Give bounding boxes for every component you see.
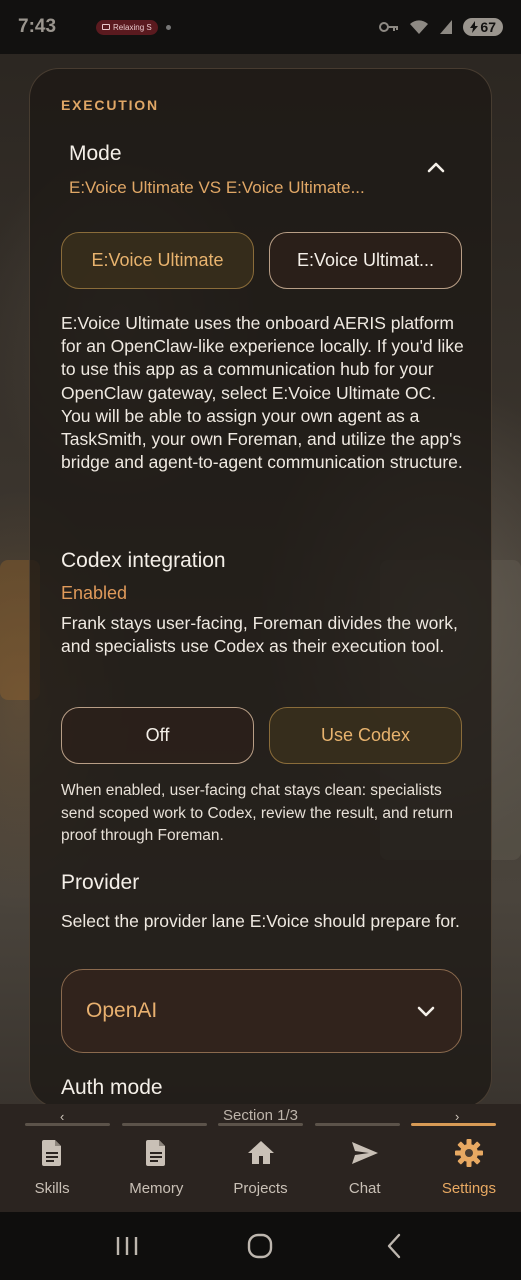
provider-selected-value: OpenAI bbox=[86, 999, 158, 1022]
cast-icon bbox=[102, 24, 111, 30]
provider-description: Select the provider lane E:Voice should … bbox=[61, 911, 460, 931]
home-circle-icon bbox=[248, 1233, 273, 1259]
system-navigation-bar bbox=[0, 1212, 521, 1280]
gear-icon bbox=[454, 1139, 483, 1167]
status-icons: 67 bbox=[379, 18, 503, 36]
nav-item-projects[interactable]: Projects bbox=[208, 1128, 312, 1212]
document-icon bbox=[146, 1140, 166, 1166]
section-pager: ‹ Section 1/3 › bbox=[0, 1104, 521, 1128]
pager-next-button[interactable]: › bbox=[455, 1109, 459, 1124]
recent-apps-icon bbox=[116, 1237, 138, 1255]
nav-item-chat[interactable]: Chat bbox=[313, 1128, 417, 1212]
back-icon bbox=[387, 1233, 401, 1259]
nav-label-projects: Projects bbox=[233, 1180, 288, 1197]
send-icon bbox=[351, 1142, 378, 1164]
document-icon bbox=[42, 1140, 62, 1166]
mode-description: E:Voice Ultimate uses the onboard AERIS … bbox=[61, 313, 464, 473]
provider-select[interactable]: OpenAI bbox=[61, 969, 462, 1053]
nav-item-skills[interactable]: Skills bbox=[0, 1128, 104, 1212]
signal-icon bbox=[440, 20, 453, 34]
chevron-up-icon[interactable] bbox=[423, 157, 449, 177]
nav-label-skills: Skills bbox=[34, 1180, 70, 1197]
nav-item-settings[interactable]: Settings bbox=[417, 1128, 521, 1212]
codex-description: Frank stays user-facing, Foreman divides… bbox=[61, 613, 458, 657]
charging-icon bbox=[470, 21, 479, 33]
notification-pill: Relaxing S bbox=[96, 19, 158, 35]
wifi-icon bbox=[410, 20, 429, 34]
battery-level: 67 bbox=[480, 19, 496, 35]
home-icon bbox=[247, 1141, 274, 1164]
home-button[interactable] bbox=[240, 1226, 280, 1266]
status-time: 7:43 bbox=[18, 16, 57, 37]
mode-title: Mode bbox=[69, 142, 122, 165]
notification-dot-icon bbox=[165, 24, 171, 30]
mode-option-ultimate-oc-button[interactable]: E:Voice Ultimat... bbox=[269, 232, 462, 289]
bottom-navigation: Skills Memory Projects Chat Settings bbox=[0, 1128, 521, 1212]
execution-settings-card: EXECUTION Mode E:Voice Ultimate VS E:Voi… bbox=[29, 68, 492, 1108]
codex-status: Enabled bbox=[61, 583, 128, 603]
key-icon bbox=[379, 22, 399, 32]
codex-off-button[interactable]: Off bbox=[61, 707, 254, 764]
back-button[interactable] bbox=[374, 1226, 414, 1266]
auth-mode-title: Auth mode bbox=[61, 1076, 163, 1099]
nav-item-memory[interactable]: Memory bbox=[104, 1128, 208, 1212]
status-bar: 7:43 Relaxing S 67 bbox=[0, 0, 521, 54]
codex-note: When enabled, user-facing chat stays cle… bbox=[61, 782, 454, 844]
battery-indicator: 67 bbox=[463, 18, 503, 36]
codex-title: Codex integration bbox=[61, 549, 226, 572]
nav-label-memory: Memory bbox=[129, 1180, 184, 1197]
nav-label-chat: Chat bbox=[348, 1180, 381, 1197]
chevron-down-icon bbox=[417, 1006, 435, 1017]
mode-option-ultimate-button[interactable]: E:Voice Ultimate bbox=[61, 232, 254, 289]
section-label: EXECUTION bbox=[61, 97, 159, 113]
pager-label: Section 1/3 bbox=[222, 1107, 299, 1124]
provider-title: Provider bbox=[61, 871, 140, 894]
notification-text: Relaxing S bbox=[113, 22, 152, 32]
use-codex-button[interactable]: Use Codex bbox=[269, 707, 462, 764]
recent-apps-button[interactable] bbox=[107, 1226, 147, 1266]
mode-subtitle: E:Voice Ultimate VS E:Voice Ultimate... bbox=[69, 178, 365, 197]
nav-label-settings: Settings bbox=[441, 1180, 497, 1197]
